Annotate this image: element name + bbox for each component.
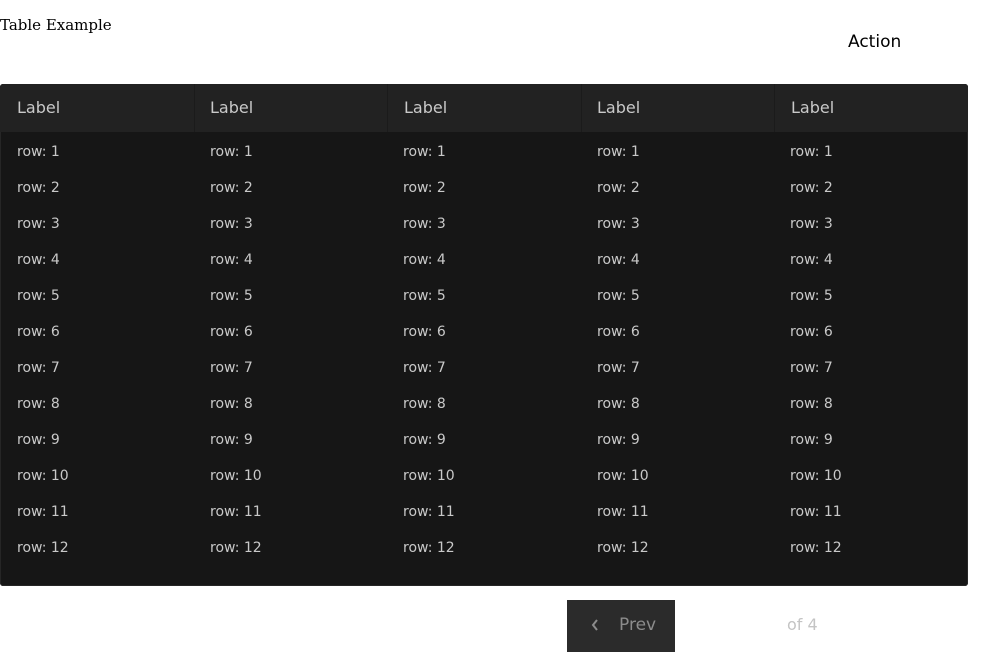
table-cell: row: 11 <box>210 504 262 520</box>
data-table: Label Label Label Label Label row: 1 row:… <box>0 84 968 586</box>
table-cell: row: 4 <box>403 252 446 268</box>
table-cell: row: 9 <box>17 432 60 448</box>
table-cell: row: 1 <box>403 144 446 160</box>
table-cell: row: 8 <box>790 396 833 412</box>
table-cell: row: 8 <box>17 396 60 412</box>
table-cell: row: 6 <box>403 324 446 340</box>
table-cell: row: 6 <box>210 324 253 340</box>
table-cell: row: 3 <box>597 216 640 232</box>
column-header[interactable]: Label <box>210 84 253 132</box>
column-divider <box>774 84 775 132</box>
prev-page-button[interactable]: Prev <box>567 600 675 652</box>
table-cell: row: 4 <box>210 252 253 268</box>
table-cell: row: 1 <box>17 144 60 160</box>
table-cell: row: 3 <box>403 216 446 232</box>
column-header[interactable]: Label <box>791 84 834 132</box>
table-cell: row: 7 <box>403 360 446 376</box>
table-cell: row: 12 <box>597 540 649 556</box>
table-cell: row: 9 <box>403 432 446 448</box>
table-cell: row: 10 <box>403 468 455 484</box>
table-cell: row: 2 <box>17 180 60 196</box>
page-title: Table Example <box>0 16 112 34</box>
table-cell: row: 2 <box>597 180 640 196</box>
table-cell: row: 7 <box>597 360 640 376</box>
table-cell: row: 8 <box>403 396 446 412</box>
table-cell: row: 10 <box>597 468 649 484</box>
table-cell: row: 3 <box>210 216 253 232</box>
column-header[interactable]: Label <box>404 84 447 132</box>
table-cell: row: 1 <box>790 144 833 160</box>
table-cell: row: 1 <box>210 144 253 160</box>
chevron-left-icon <box>591 619 598 631</box>
table-cell: row: 10 <box>790 468 842 484</box>
table-cell: row: 10 <box>210 468 262 484</box>
table-cell: row: 9 <box>790 432 833 448</box>
table-cell: row: 5 <box>597 288 640 304</box>
table-cell: row: 5 <box>403 288 446 304</box>
table-cell: row: 11 <box>597 504 649 520</box>
table-cell: row: 3 <box>17 216 60 232</box>
column-header[interactable]: Label <box>17 84 60 132</box>
action-button[interactable]: Action <box>848 31 901 53</box>
column-divider <box>387 84 388 132</box>
table-cell: row: 11 <box>790 504 842 520</box>
table-cell: row: 5 <box>17 288 60 304</box>
table-cell: row: 6 <box>597 324 640 340</box>
table-cell: row: 8 <box>597 396 640 412</box>
table-cell: row: 12 <box>403 540 455 556</box>
column-divider <box>581 84 582 132</box>
table-cell: row: 5 <box>790 288 833 304</box>
table-cell: row: 4 <box>17 252 60 268</box>
table-cell: row: 2 <box>790 180 833 196</box>
table-cell: row: 7 <box>17 360 60 376</box>
table-cell: row: 12 <box>17 540 69 556</box>
column-header[interactable]: Label <box>597 84 640 132</box>
table-cell: row: 8 <box>210 396 253 412</box>
table-cell: row: 7 <box>210 360 253 376</box>
table-cell: row: 4 <box>597 252 640 268</box>
prev-page-label: Prev <box>619 615 657 635</box>
page-count: of 4 <box>787 615 818 634</box>
table-cell: row: 7 <box>790 360 833 376</box>
table-cell: row: 2 <box>403 180 446 196</box>
table-cell: row: 9 <box>597 432 640 448</box>
table-cell: row: 6 <box>17 324 60 340</box>
table-cell: row: 6 <box>790 324 833 340</box>
table-cell: row: 11 <box>403 504 455 520</box>
table-cell: row: 12 <box>790 540 842 556</box>
table-cell: row: 12 <box>210 540 262 556</box>
table-cell: row: 5 <box>210 288 253 304</box>
table-cell: row: 9 <box>210 432 253 448</box>
table-cell: row: 10 <box>17 468 69 484</box>
table-header: Label Label Label Label Label <box>0 84 968 132</box>
table-cell: row: 2 <box>210 180 253 196</box>
table-cell: row: 1 <box>597 144 640 160</box>
table-cell: row: 3 <box>790 216 833 232</box>
column-divider <box>194 84 195 132</box>
table-cell: row: 11 <box>17 504 69 520</box>
table-cell: row: 4 <box>790 252 833 268</box>
